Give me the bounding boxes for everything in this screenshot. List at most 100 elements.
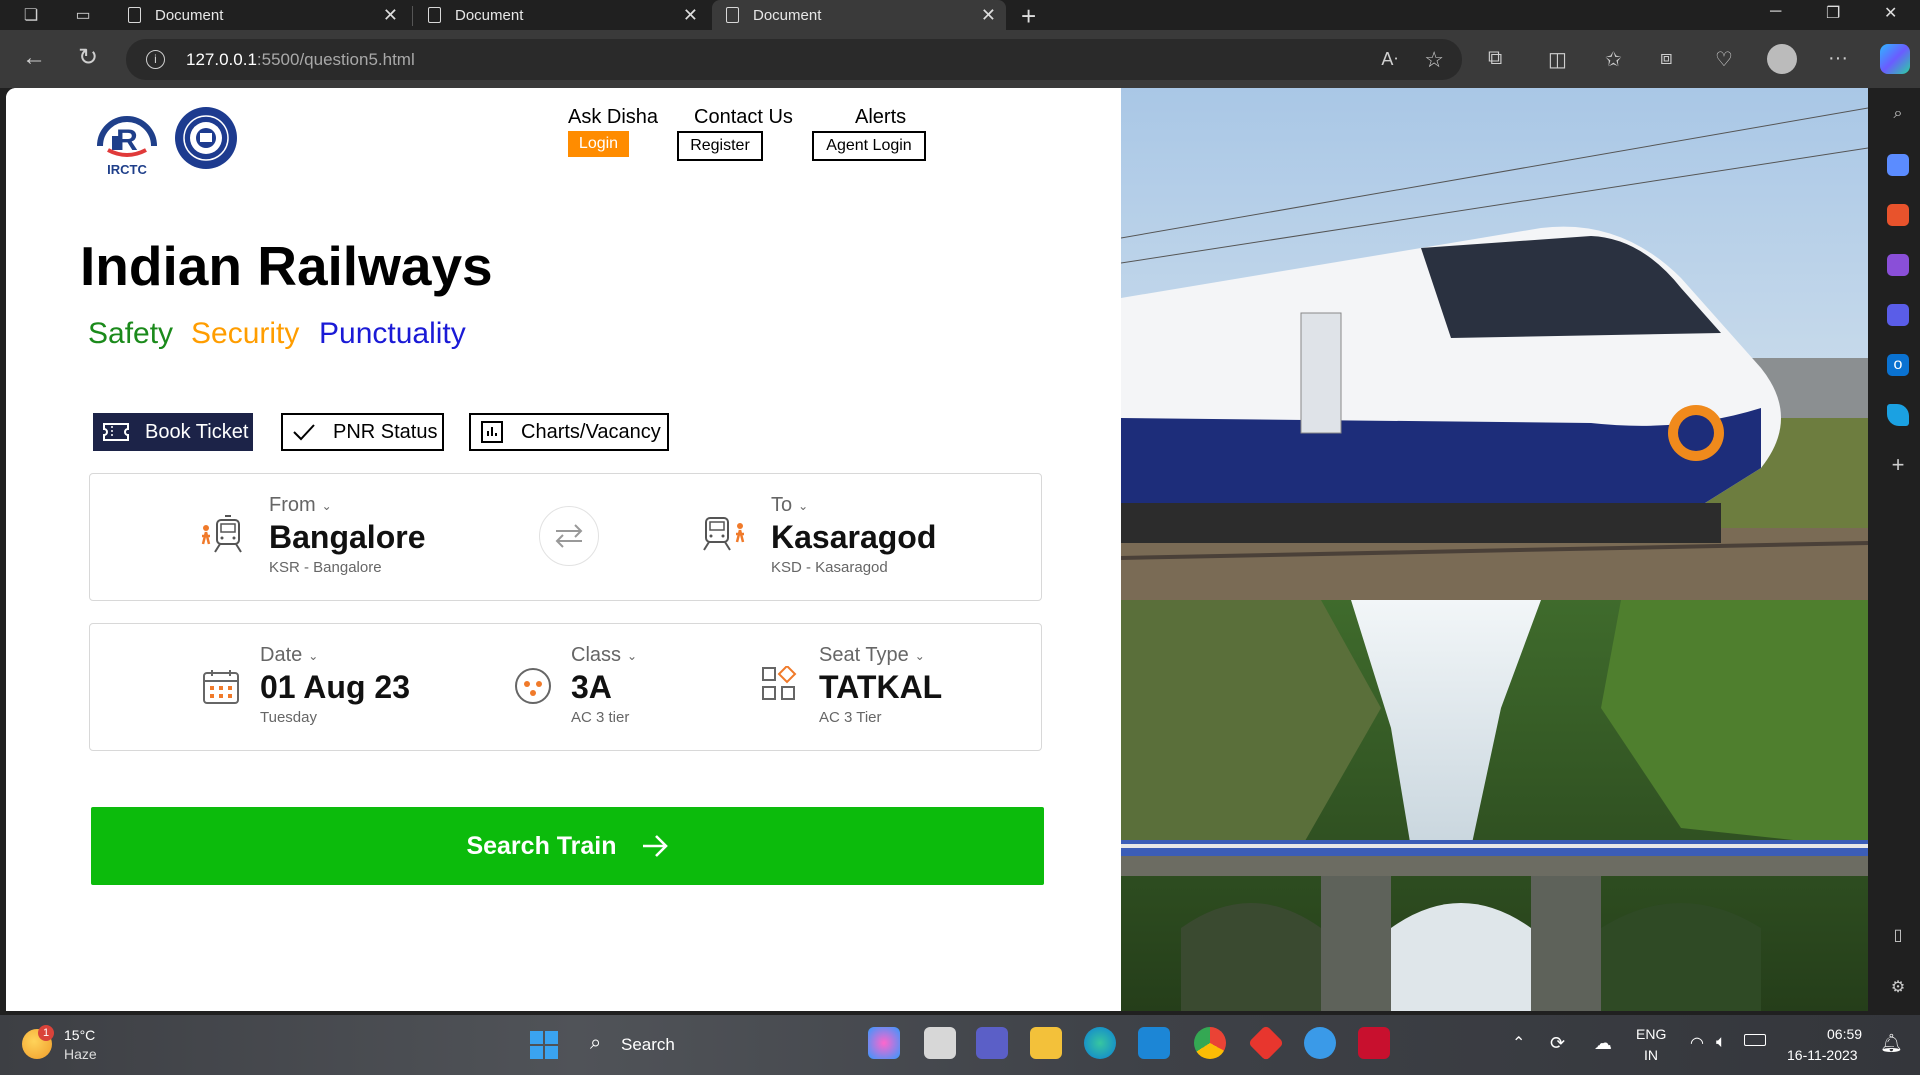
read-aloud-icon[interactable]: Aᐧ <box>1381 39 1398 80</box>
document-icon <box>726 7 739 23</box>
mcafee-icon[interactable] <box>1358 1027 1390 1059</box>
sync-icon[interactable]: ⟳ <box>1550 1033 1565 1054</box>
tools-icon[interactable] <box>1887 204 1909 226</box>
arrow-right-icon <box>642 835 668 857</box>
nav-contact-us[interactable]: Contact Us <box>694 106 793 129</box>
volume-icon[interactable]: 🔈︎ <box>1716 1032 1726 1052</box>
site-info-icon[interactable]: i <box>146 50 165 69</box>
tab-label: Book Ticket <box>145 420 249 443</box>
onedrive-cloud-icon[interactable]: ☁ <box>1594 1033 1612 1054</box>
search-train-label: Search Train <box>466 831 617 860</box>
new-tab-icon[interactable]: + <box>1021 1 1036 32</box>
settings-gear-icon[interactable]: ⚙ <box>1887 977 1909 999</box>
battery-icon[interactable] <box>1744 1034 1766 1046</box>
seat-type-field[interactable]: Seat Type ⌄ TATKAL AC 3 Tier <box>819 644 942 726</box>
close-tab-icon[interactable]: ✕ <box>383 5 398 26</box>
tagline-punctuality: Punctuality <box>319 317 466 350</box>
language-region[interactable]: IN <box>1644 1047 1658 1063</box>
date-label: Date ⌄ <box>260 644 319 666</box>
agent-login-button[interactable]: Agent Login <box>812 131 926 161</box>
copilot-app-icon[interactable] <box>868 1027 900 1059</box>
outlook-icon[interactable]: o <box>1887 354 1909 376</box>
to-field[interactable]: To ⌄ Kasaragod KSD - Kasaragod <box>771 494 936 576</box>
shopping-tag-icon[interactable] <box>1887 154 1909 176</box>
date-field[interactable]: Date ⌄ 01 Aug 23 Tuesday <box>260 644 410 726</box>
weather-temp[interactable]: 15°C <box>64 1027 95 1043</box>
close-tab-icon[interactable]: ✕ <box>683 5 698 26</box>
weather-badge: 1 <box>38 1025 54 1041</box>
close-window-icon[interactable]: ✕ <box>1884 3 1897 23</box>
search-train-button[interactable]: Search Train <box>91 807 1044 885</box>
browser-essentials-icon[interactable]: ♡ <box>1715 47 1733 72</box>
seat-type-description: AC 3 Tier <box>819 709 882 726</box>
tab-book-ticket[interactable]: Book Ticket <box>93 413 253 451</box>
close-tab-icon[interactable]: ✕ <box>981 5 996 26</box>
date-weekday: Tuesday <box>260 709 317 726</box>
teams-app-icon[interactable] <box>976 1027 1008 1059</box>
from-field[interactable]: From ⌄ Bangalore KSR - Bangalore <box>269 494 425 576</box>
restore-icon[interactable]: ❐ <box>1826 3 1840 23</box>
search-icon[interactable]: ⌕ <box>590 1032 601 1055</box>
login-button[interactable]: Login <box>568 131 629 157</box>
chevron-down-icon: ⌄ <box>627 648 638 663</box>
workspaces-icon[interactable]: ❏ <box>20 5 42 27</box>
tab-title: Document <box>155 6 224 24</box>
journey-card: From ⌄ Bangalore KSR - Bangalore To ⌄ Kas <box>89 473 1042 601</box>
class-field[interactable]: Class ⌄ 3A AC 3 tier <box>571 644 637 726</box>
chrome-icon[interactable] <box>1194 1027 1226 1059</box>
browser-toolbar: ← ↻ i 127.0.0.1:5500/question5.html Aᐧ ☆ <box>0 30 1920 88</box>
vscode-icon[interactable] <box>1138 1027 1170 1059</box>
refresh-icon[interactable]: ↻ <box>78 43 98 72</box>
wifi-icon[interactable]: ◠ <box>1690 1033 1704 1053</box>
url-path: :5500/question5.html <box>256 50 415 69</box>
browser-tab[interactable]: Document ✕ <box>414 0 708 30</box>
anydesk-icon[interactable] <box>1247 1024 1285 1062</box>
copilot-icon[interactable] <box>1880 44 1910 74</box>
swap-stations-button[interactable] <box>539 506 599 566</box>
nav-alerts[interactable]: Alerts <box>855 106 906 129</box>
indian-railways-emblem[interactable] <box>174 106 238 170</box>
tab-actions-icon[interactable]: ▭ <box>72 5 94 27</box>
register-button[interactable]: Register <box>677 131 763 161</box>
tab-charts-vacancy[interactable]: Charts/Vacancy <box>469 413 669 451</box>
clock-time[interactable]: 06:59 <box>1827 1026 1862 1042</box>
address-bar[interactable]: i 127.0.0.1:5500/question5.html Aᐧ ☆ <box>126 39 1462 80</box>
tab-pnr-status[interactable]: PNR Status <box>281 413 444 451</box>
chevron-down-icon: ⌄ <box>308 648 319 663</box>
tray-chevron-up-icon[interactable]: ⌃ <box>1512 1033 1525 1053</box>
collections-icon[interactable]: ⧈ <box>1660 47 1673 70</box>
split-screen-icon[interactable]: ◫ <box>1548 47 1567 72</box>
back-arrow-icon[interactable]: ← <box>22 44 46 72</box>
browser-tab-active[interactable]: Document ✕ <box>712 0 1006 30</box>
browser-tab[interactable]: Document ✕ <box>114 0 408 30</box>
from-station-code: KSR - Bangalore <box>269 559 382 576</box>
extensions-icon[interactable]: ⧉ <box>1488 47 1502 70</box>
edge-browser-icon[interactable] <box>1084 1027 1116 1059</box>
windows-start-icon[interactable] <box>530 1031 558 1059</box>
favorites-icon[interactable]: ✩ <box>1605 47 1622 72</box>
hide-sidebar-icon[interactable]: ▯ <box>1887 925 1909 947</box>
clock-date[interactable]: 16-11-2023 <box>1787 1047 1858 1063</box>
seat-type-label: Seat Type ⌄ <box>819 644 925 666</box>
add-icon[interactable]: + <box>1887 454 1909 476</box>
search-icon[interactable]: ⌕ <box>1887 103 1909 125</box>
nav-ask-disha[interactable]: Ask Disha <box>568 106 658 129</box>
minimize-icon[interactable]: ─ <box>1770 3 1781 21</box>
train-arrival-icon <box>703 517 745 551</box>
help-app-icon[interactable] <box>1304 1027 1336 1059</box>
irctc-logo[interactable]: R IRCTC <box>94 106 160 178</box>
taskbar-search-label[interactable]: Search <box>621 1035 675 1055</box>
language-code[interactable]: ENG <box>1636 1026 1666 1042</box>
copilot-sidebar-icon[interactable] <box>1887 304 1909 326</box>
notification-bell-icon[interactable]: 🔔︎ <box>1880 1033 1903 1054</box>
send-icon[interactable] <box>1887 404 1909 426</box>
file-explorer-icon[interactable] <box>1030 1027 1062 1059</box>
more-options-icon[interactable]: ··· <box>1828 47 1848 70</box>
weather-condition[interactable]: Haze <box>64 1046 97 1062</box>
seat-type-grid-icon <box>762 666 797 700</box>
tab-divider <box>412 6 413 26</box>
profile-avatar[interactable] <box>1767 44 1797 74</box>
files-app-icon[interactable] <box>924 1027 956 1059</box>
favorite-star-icon[interactable]: ☆ <box>1424 39 1444 80</box>
games-icon[interactable] <box>1887 254 1909 276</box>
